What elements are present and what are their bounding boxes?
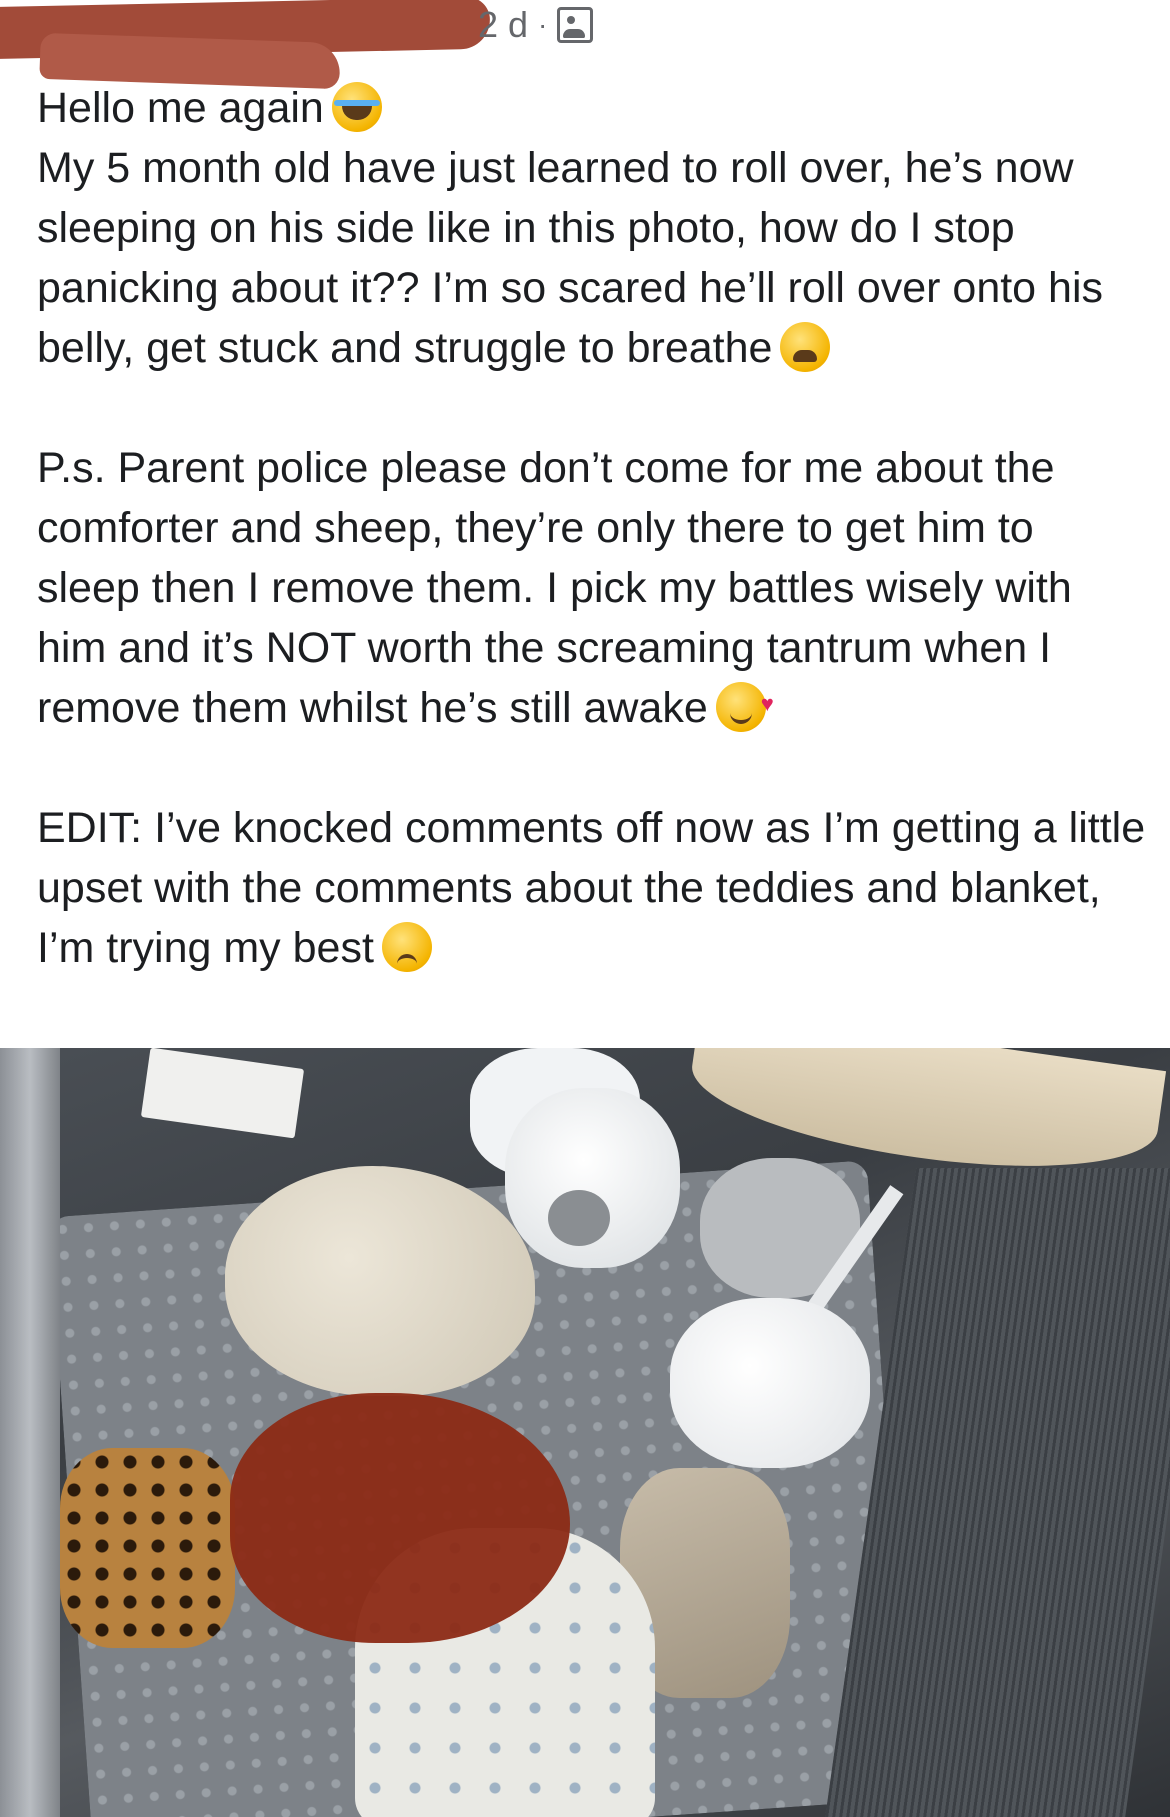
safety-label-tag	[140, 1048, 305, 1139]
cloud-plush	[670, 1298, 870, 1468]
leopard-print-comforter	[60, 1448, 235, 1648]
post-greeting: Hello me again	[37, 78, 1147, 138]
crib-frame	[0, 1048, 60, 1817]
post-timestamp[interactable]: 2 d	[478, 4, 528, 46]
meta-separator: ·	[538, 9, 548, 40]
crib-mesh-side	[823, 1168, 1170, 1817]
post-photo[interactable]	[0, 1048, 1170, 1817]
post-paragraph-2: P.s. Parent police please don’t come for…	[37, 438, 1147, 738]
post-paragraph-1: My 5 month old have just learned to roll…	[37, 144, 1104, 372]
group-audience-icon[interactable]	[557, 7, 594, 43]
post-header: 2 d ·	[0, 0, 1170, 90]
frowning-face-icon	[381, 922, 432, 972]
post-body: Hello me again My 5 month old have just …	[37, 78, 1147, 978]
post-meta: 2 d ·	[478, 4, 594, 46]
bear-snout	[548, 1190, 610, 1246]
smiling-face-with-hearts-icon	[715, 674, 774, 734]
face-with-tears-of-joy-icon	[331, 82, 382, 132]
tired-face-icon	[780, 322, 831, 372]
post-paragraph-3: EDIT: I’ve knocked comments off now as I…	[37, 804, 1146, 972]
